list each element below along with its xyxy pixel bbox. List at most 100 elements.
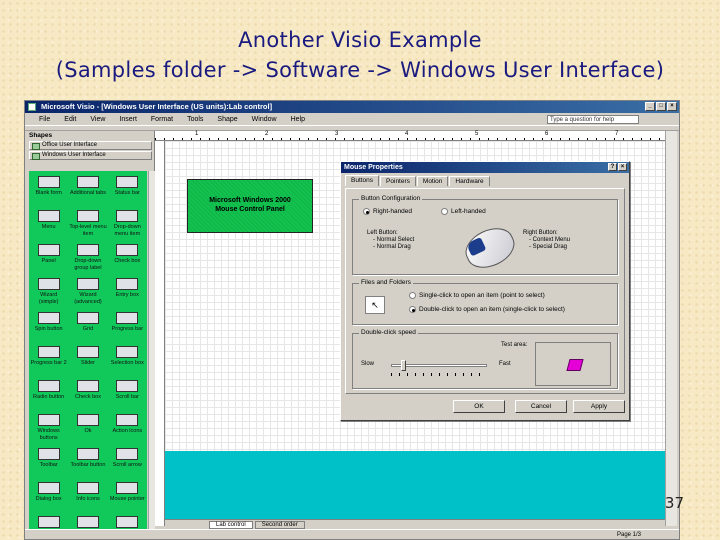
menu-view[interactable]: View bbox=[90, 116, 105, 123]
speed-slider-thumb[interactable] bbox=[401, 360, 406, 371]
stencil-shape-item[interactable]: Toolbar bbox=[29, 448, 68, 482]
canvas-scrollbar[interactable] bbox=[665, 131, 677, 526]
drawing-background-area[interactable] bbox=[165, 451, 665, 526]
dialog-title: Mouse Properties bbox=[344, 164, 403, 171]
status-bar: Page 1/3 bbox=[25, 529, 679, 539]
page-tabs: Lab control Second order bbox=[165, 519, 665, 529]
page-tab-lab-control[interactable]: Lab control bbox=[209, 520, 253, 529]
stencil-shape-item[interactable]: Scroll arrow bbox=[108, 448, 147, 482]
stencil-shape-icon bbox=[37, 210, 60, 222]
stencil-shape-item[interactable]: Spin button bbox=[29, 312, 68, 346]
ruler-mark: 4 bbox=[405, 131, 409, 137]
stencil-shape-item[interactable]: Check box bbox=[68, 380, 107, 414]
stencil-shape-item[interactable]: Ok bbox=[68, 414, 107, 448]
help-question-input[interactable]: Type a question for help bbox=[547, 115, 639, 124]
menu-format[interactable]: Format bbox=[151, 116, 173, 123]
slide-subtitle: (Samples folder -> Software -> Windows U… bbox=[55, 58, 665, 82]
menu-tools[interactable]: Tools bbox=[187, 116, 203, 123]
stencil-shape-item[interactable]: Progress bar bbox=[108, 312, 147, 346]
menu-window[interactable]: Window bbox=[252, 116, 277, 123]
stencil-shape-item[interactable]: Menu bbox=[29, 210, 68, 244]
ruler-mark: 1 bbox=[195, 131, 199, 137]
stencil-shape-item[interactable]: Top-level menu item bbox=[68, 210, 107, 244]
close-button[interactable]: × bbox=[667, 102, 677, 111]
shapes-scrollbar[interactable] bbox=[148, 171, 155, 539]
slow-label: Slow bbox=[361, 361, 375, 367]
stencil-shape-label: Spin button bbox=[34, 326, 63, 332]
page-tab-second[interactable]: Second order bbox=[254, 520, 305, 529]
stencil-shape-item[interactable]: Drop-down group label bbox=[68, 244, 107, 278]
tab-hardware[interactable]: Hardware bbox=[449, 176, 490, 186]
stencil-shape-icon bbox=[116, 448, 139, 460]
stencil-shape-item[interactable]: Dialog box bbox=[29, 482, 68, 516]
mouse-properties-dialog: Mouse Properties ? × Buttons Pointers Mo… bbox=[340, 161, 630, 421]
test-area[interactable] bbox=[535, 342, 611, 386]
stencil-shape-item[interactable]: Status bar bbox=[108, 176, 147, 210]
stencil-shape-item[interactable]: Action icons bbox=[108, 414, 147, 448]
stencil-shape-item[interactable]: Additional tabs bbox=[68, 176, 107, 210]
stencil-shape-item[interactable]: Progress bar 2 bbox=[29, 346, 68, 380]
stencil-shape-label: Grid bbox=[82, 326, 94, 332]
minimize-button[interactable]: _ bbox=[645, 102, 655, 111]
stencil-shape-item[interactable]: Grid bbox=[68, 312, 107, 346]
menu-insert[interactable]: Insert bbox=[119, 116, 137, 123]
stencil-shape-item[interactable]: Panel bbox=[29, 244, 68, 278]
stencil-shape-label: Progress bar bbox=[111, 326, 144, 332]
stencil-shape-label: Drop-down menu item bbox=[113, 224, 141, 237]
stencil-shape-item[interactable]: Entry box bbox=[108, 278, 147, 312]
cancel-button[interactable]: Cancel bbox=[515, 400, 567, 413]
fast-label: Fast bbox=[499, 361, 511, 367]
double-click-option[interactable]: Double-click to open an item (single-cli… bbox=[409, 306, 565, 313]
control-panel-shape[interactable]: Microsoft Windows 2000 Mouse Control Pan… bbox=[187, 179, 313, 233]
radio-selected-icon bbox=[409, 306, 416, 313]
speed-slider-track[interactable] bbox=[391, 360, 487, 371]
stencil-shape-icon bbox=[116, 346, 139, 358]
stencil-windows-ui[interactable]: Windows User Interface bbox=[29, 151, 152, 160]
maximize-button[interactable]: □ bbox=[656, 102, 666, 111]
stencil-shape-label: Menu bbox=[41, 224, 56, 230]
menu-file[interactable]: File bbox=[39, 116, 50, 123]
tab-pointers[interactable]: Pointers bbox=[380, 176, 416, 186]
dialog-help-button[interactable]: ? bbox=[608, 163, 617, 171]
stencil-shape-label: Ok bbox=[84, 428, 92, 434]
stencil-shape-icon bbox=[37, 278, 60, 290]
stencil-shape-item[interactable]: Selection box bbox=[108, 346, 147, 380]
tab-buttons[interactable]: Buttons bbox=[345, 175, 380, 186]
stencil-shape-icon bbox=[76, 278, 99, 290]
stencil-shape-label: Slider bbox=[80, 360, 96, 366]
stencil-shape-item[interactable]: Toolbar button bbox=[68, 448, 107, 482]
stencil-shape-item[interactable]: Radio button bbox=[29, 380, 68, 414]
stencil-shape-item[interactable]: Info icons bbox=[68, 482, 107, 516]
tab-motion[interactable]: Motion bbox=[416, 176, 449, 186]
stencil-shape-item[interactable]: Blank form bbox=[29, 176, 68, 210]
stencil-shape-item[interactable]: Windows buttons bbox=[29, 414, 68, 448]
stencil-shape-icon bbox=[76, 482, 99, 494]
menu-edit[interactable]: Edit bbox=[64, 116, 76, 123]
stencil-shape-icon bbox=[116, 516, 139, 528]
dialog-close-button[interactable]: × bbox=[618, 163, 627, 171]
stencil-shape-label: Check box bbox=[74, 394, 101, 400]
left-button-title: Left Button: bbox=[367, 230, 398, 236]
visio-app-icon bbox=[28, 103, 36, 111]
radio-icon bbox=[409, 292, 416, 299]
single-click-option[interactable]: Single-click to open an item (point to s… bbox=[409, 292, 545, 299]
option-label: Left-handed bbox=[451, 208, 486, 216]
ruler-mark: 5 bbox=[475, 131, 479, 137]
right-handed-option[interactable]: Right-handed bbox=[363, 208, 412, 215]
stencil-shape-item[interactable]: Wizard (advanced) bbox=[68, 278, 107, 312]
stencil-shape-item[interactable]: Wizard (simple) bbox=[29, 278, 68, 312]
stencil-shape-item[interactable]: Slider bbox=[68, 346, 107, 380]
stencil-office-ui[interactable]: Office User Interface bbox=[29, 141, 152, 150]
pointer-cursor-icon: ↖ bbox=[365, 296, 385, 314]
ok-button[interactable]: OK bbox=[453, 400, 505, 413]
stencil-shape-label: Blank form bbox=[35, 190, 62, 196]
left-handed-option[interactable]: Left-handed bbox=[441, 208, 486, 215]
stencil-shape-item[interactable]: Mouse pointer bbox=[108, 482, 147, 516]
vertical-ruler bbox=[155, 141, 165, 526]
stencil-shape-item[interactable]: Drop-down menu item bbox=[108, 210, 147, 244]
menu-shape[interactable]: Shape bbox=[217, 116, 237, 123]
menu-help[interactable]: Help bbox=[291, 116, 305, 123]
apply-button[interactable]: Apply bbox=[573, 400, 625, 413]
stencil-shape-item[interactable]: Check box bbox=[108, 244, 147, 278]
stencil-shape-item[interactable]: Scroll bar bbox=[108, 380, 147, 414]
